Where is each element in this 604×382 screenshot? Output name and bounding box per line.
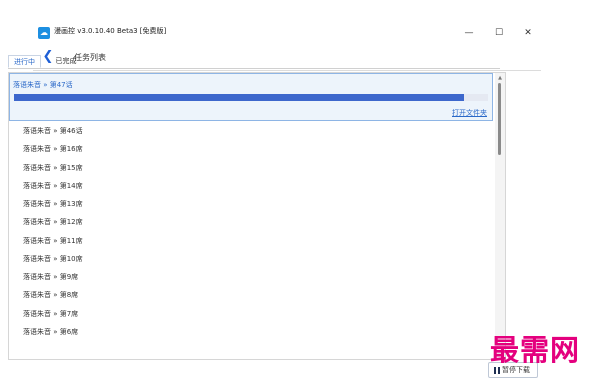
list-item[interactable]: 落语朱音 » 第6席 <box>9 322 493 340</box>
pause-icon <box>494 367 500 374</box>
queued-task-list: 落语朱音 » 第46话 落语朱音 » 第16席 落语朱音 » 第15席 落语朱音… <box>9 121 493 340</box>
maximize-icon: ☐ <box>494 28 504 38</box>
minimize-button[interactable]: — <box>459 22 479 44</box>
list-item[interactable]: 落语朱音 » 第7席 <box>9 304 493 322</box>
list-item-label: 落语朱音 » 第7席 <box>23 309 79 318</box>
list-item[interactable]: 落语朱音 » 第11席 <box>9 231 493 249</box>
maximize-button[interactable]: ☐ <box>489 22 509 44</box>
list-item-label: 落语朱音 » 第10席 <box>23 254 83 263</box>
list-item[interactable]: 落语朱音 » 第15席 <box>9 158 493 176</box>
title-bar: ☁ 漫画控 v3.0.10.40 Beta3 [免费版] — ☐ ✕ <box>33 22 541 44</box>
download-progress-bar <box>14 94 488 101</box>
close-icon: ✕ <box>524 28 532 38</box>
list-item-label: 落语朱音 » 第12席 <box>23 218 83 227</box>
list-item-label: 落语朱音 » 第15席 <box>23 163 83 172</box>
scrollbar-thumb[interactable] <box>498 83 501 155</box>
list-item-label: 落语朱音 » 第13席 <box>23 200 83 208</box>
active-download-task[interactable]: 落语朱音 » 第47话 打开文件夹 <box>9 73 493 121</box>
list-item-label: 落语朱音 » 第9席 <box>23 273 79 281</box>
tab-in-progress[interactable]: 进行中 <box>8 55 41 68</box>
list-item-label: 落语朱音 » 第16席 <box>23 145 83 154</box>
list-item[interactable]: 落语朱音 » 第12席 <box>9 212 493 230</box>
tab-in-progress-label: 进行中 <box>14 58 35 66</box>
scroll-up-icon[interactable]: ▲ <box>495 74 505 82</box>
list-item-label: 落语朱音 » 第11席 <box>23 236 83 245</box>
list-item[interactable]: 落语朱音 » 第10席 <box>9 249 493 267</box>
list-item[interactable]: 落语朱音 » 第13席 <box>9 194 493 212</box>
download-progress-fill <box>14 94 465 101</box>
pause-download-button[interactable]: 暂停下载 <box>488 362 538 378</box>
task-list-panel: 落语朱音 » 第47话 打开文件夹 落语朱音 » 第46话 落语朱音 » 第16… <box>8 72 506 360</box>
vertical-scrollbar[interactable]: ▲ <box>495 73 505 359</box>
minimize-icon: — <box>464 28 474 38</box>
list-item[interactable]: 落语朱音 » 第14席 <box>9 176 493 194</box>
app-logo-icon: ☁ <box>38 27 50 39</box>
tab-completed-label: 已完成 <box>55 57 77 65</box>
list-item[interactable]: 落语朱音 » 第16席 <box>9 139 493 157</box>
open-folder-link[interactable]: 打开文件夹 <box>452 108 487 118</box>
list-item-label: 落语朱音 » 第6席 <box>23 327 79 336</box>
task-tabs: 进行中 已完成 <box>8 55 500 69</box>
list-item-label: 落语朱音 » 第46话 <box>23 127 83 135</box>
close-button[interactable]: ✕ <box>518 22 538 44</box>
tab-completed[interactable]: 已完成 <box>50 55 82 68</box>
active-task-name: 落语朱音 » 第47话 <box>13 81 73 89</box>
list-item[interactable]: 落语朱音 » 第9席 <box>9 267 493 285</box>
list-item[interactable]: 落语朱音 » 第46话 <box>9 121 493 139</box>
pause-download-label: 暂停下载 <box>502 366 530 374</box>
list-item[interactable]: 落语朱音 » 第8席 <box>9 285 493 303</box>
window-title: 漫画控 v3.0.10.40 Beta3 [免费版] <box>54 27 167 35</box>
list-item-label: 落语朱音 » 第14席 <box>23 181 83 190</box>
list-item-label: 落语朱音 » 第8席 <box>23 291 79 300</box>
